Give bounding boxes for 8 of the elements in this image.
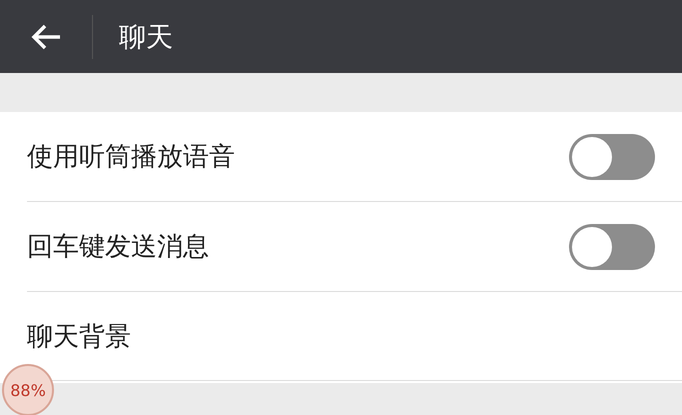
setting-label: 使用听筒播放语音 [27,141,235,174]
page-title: 聊天 [119,20,173,54]
toggle-switch[interactable] [569,134,655,180]
float-ball[interactable]: 88% [2,364,54,415]
toggle-switch[interactable] [569,224,655,270]
setting-label: 回车键发送消息 [27,231,209,264]
back-arrow-icon[interactable] [30,22,62,50]
setting-label: 聊天背景 [27,320,131,354]
